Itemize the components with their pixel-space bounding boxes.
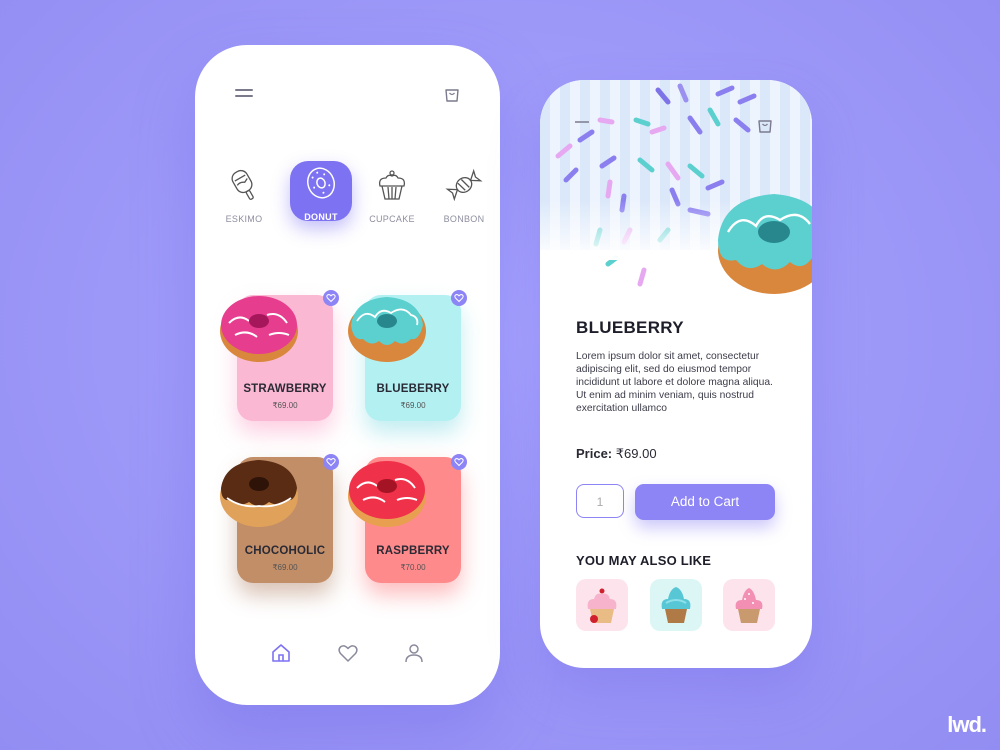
category-bonbon[interactable]: BONBON xyxy=(433,163,495,224)
recommendation-cupcake-blue[interactable] xyxy=(650,579,702,631)
shopping-bag-icon[interactable] xyxy=(756,116,774,134)
favorite-heart-icon[interactable] xyxy=(323,290,339,306)
product-price: ₹69.00 xyxy=(272,401,298,410)
home-icon[interactable] xyxy=(269,641,293,665)
strawberry-donut-image xyxy=(220,296,298,362)
product-description: Lorem ipsum dolor sit amet, consectetur … xyxy=(576,351,773,414)
category-label: CUPCAKE xyxy=(369,214,415,224)
product-price: Price: ₹69.00 xyxy=(576,446,657,462)
product-price: ₹69.00 xyxy=(272,563,298,572)
product-name: RASPBERRY xyxy=(376,545,450,557)
raspberry-donut-image xyxy=(348,461,426,527)
cupcake-image xyxy=(735,588,763,623)
favorite-heart-icon[interactable] xyxy=(451,290,467,306)
product-name: CHOCOHOLIC xyxy=(244,545,326,557)
category-cupcake[interactable]: CUPCAKE xyxy=(361,163,423,224)
product-name: BLUEBERRY xyxy=(376,383,450,395)
menu-icon[interactable] xyxy=(235,89,253,99)
product-title: BLUEBERRY xyxy=(576,318,684,337)
home-screen: ESKIMO DONUT CUPCAKE BONBON STRAWBERRY ₹… xyxy=(195,45,500,705)
price-value: ₹69.00 xyxy=(615,446,657,461)
candy-icon xyxy=(445,168,483,202)
shopping-bag-icon[interactable] xyxy=(443,85,461,103)
back-arrow-icon[interactable] xyxy=(574,120,590,130)
bottom-navigation xyxy=(195,641,500,671)
price-label: Price: xyxy=(576,446,613,461)
also-like-heading: YOU MAY ALSO LIKE xyxy=(576,553,712,568)
category-donut[interactable]: DONUT xyxy=(290,161,352,222)
brand-logo: lwd. xyxy=(947,712,987,737)
add-to-cart-button[interactable]: Add to Cart xyxy=(635,484,775,520)
heart-icon[interactable] xyxy=(336,641,360,665)
category-label: ESKIMO xyxy=(225,214,263,224)
cupcake-icon xyxy=(378,170,406,200)
user-icon[interactable] xyxy=(402,641,426,665)
recommendation-cupcake-pink[interactable] xyxy=(723,579,775,631)
ice-cream-bar-icon xyxy=(231,169,254,200)
cupcake-image xyxy=(661,587,691,623)
category-label: DONUT xyxy=(304,212,338,222)
category-bar: ESKIMO DONUT CUPCAKE BONBON xyxy=(213,161,495,235)
product-detail-screen: BLUEBERRY Lorem ipsum dolor sit amet, co… xyxy=(540,80,812,668)
product-price: ₹70.00 xyxy=(400,563,426,572)
recommendation-cupcake-strawberry[interactable] xyxy=(576,579,628,631)
product-price: ₹69.00 xyxy=(400,401,426,410)
product-name: STRAWBERRY xyxy=(243,383,327,395)
cupcake-image xyxy=(587,588,617,623)
category-label: BONBON xyxy=(443,214,485,224)
favorite-heart-icon[interactable] xyxy=(323,454,339,470)
blueberry-donut-image xyxy=(718,194,812,294)
category-eskimo[interactable]: ESKIMO xyxy=(213,163,275,224)
chocoholic-donut-image xyxy=(220,460,298,527)
favorite-heart-icon[interactable] xyxy=(451,454,467,470)
donut-icon xyxy=(307,167,335,199)
quantity-input[interactable]: 1 xyxy=(576,484,624,518)
blueberry-donut-image xyxy=(348,297,426,362)
